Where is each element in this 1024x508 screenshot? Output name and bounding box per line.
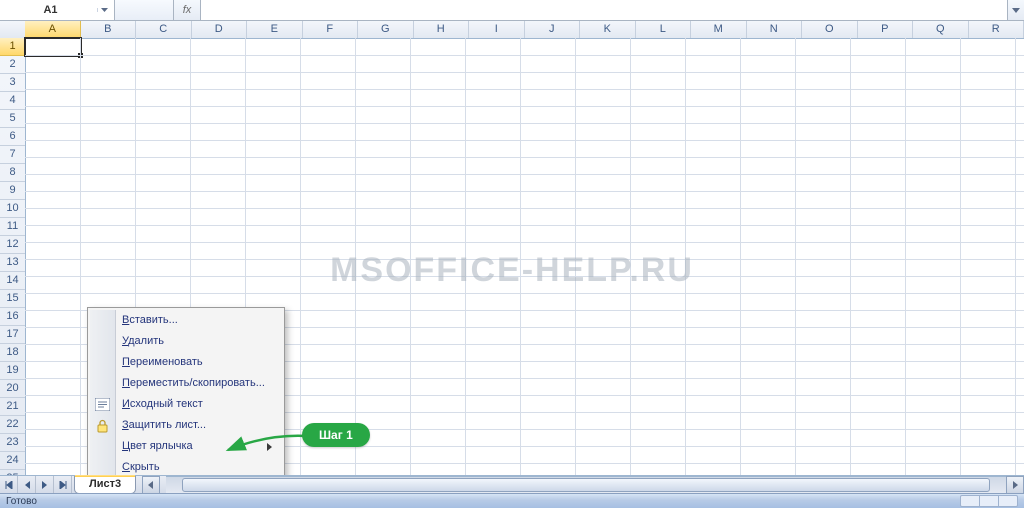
col-header-L[interactable]: L bbox=[636, 21, 692, 38]
row-header-10[interactable]: 10 bbox=[0, 200, 25, 218]
row-header-3[interactable]: 3 bbox=[0, 74, 25, 92]
step-callout: Шаг 1 bbox=[302, 423, 370, 447]
hscroll-left[interactable] bbox=[142, 476, 160, 494]
formula-bar-expand[interactable] bbox=[1007, 0, 1024, 20]
ctx-hide[interactable]: Скрыть bbox=[90, 457, 282, 477]
row-header-24[interactable]: 24 bbox=[0, 452, 25, 470]
row-header-2[interactable]: 2 bbox=[0, 56, 25, 74]
ctx-move_copy[interactable]: Переместить/скопировать... bbox=[90, 373, 282, 394]
ctx-protect[interactable]: Защитить лист... bbox=[90, 415, 282, 436]
row-header-15[interactable]: 15 bbox=[0, 290, 25, 308]
col-header-G[interactable]: G bbox=[358, 21, 414, 38]
row-header-16[interactable]: 16 bbox=[0, 308, 25, 326]
row-header-6[interactable]: 6 bbox=[0, 128, 25, 146]
status-text: Готово bbox=[0, 496, 43, 507]
col-header-B[interactable]: B bbox=[81, 21, 137, 38]
row-header-17[interactable]: 17 bbox=[0, 326, 25, 344]
tab-nav-next[interactable] bbox=[36, 476, 54, 494]
row-header-13[interactable]: 13 bbox=[0, 254, 25, 272]
formula-tool-gap bbox=[115, 0, 174, 20]
hscroll-track[interactable] bbox=[166, 476, 1006, 494]
row-header-14[interactable]: 14 bbox=[0, 272, 25, 290]
row-header-18[interactable]: 18 bbox=[0, 344, 25, 362]
lock-icon bbox=[94, 417, 111, 434]
row-header-9[interactable]: 9 bbox=[0, 182, 25, 200]
col-header-M[interactable]: M bbox=[691, 21, 747, 38]
hscroll-thumb[interactable] bbox=[182, 478, 990, 492]
col-header-E[interactable]: E bbox=[247, 21, 303, 38]
worksheet[interactable]: ABCDEFGHIJKLMNOPQR 123456789101112131415… bbox=[0, 21, 1024, 477]
sheet-tab-bar: Лист3 bbox=[0, 475, 1024, 494]
select-all-corner[interactable] bbox=[0, 21, 26, 39]
view-page-layout-button[interactable] bbox=[980, 496, 999, 506]
view-page-break-button[interactable] bbox=[999, 496, 1017, 506]
col-header-F[interactable]: F bbox=[303, 21, 359, 38]
ctx-tab_color[interactable]: Цвет ярлычка bbox=[90, 436, 282, 457]
col-header-P[interactable]: P bbox=[858, 21, 914, 38]
col-header-O[interactable]: O bbox=[802, 21, 858, 38]
col-header-K[interactable]: K bbox=[580, 21, 636, 38]
row-header-5[interactable]: 5 bbox=[0, 110, 25, 128]
formula-bar-input[interactable] bbox=[201, 0, 1007, 20]
col-header-C[interactable]: C bbox=[136, 21, 192, 38]
col-header-J[interactable]: J bbox=[525, 21, 581, 38]
active-cell[interactable] bbox=[24, 37, 82, 57]
ctx-delete[interactable]: Удалить bbox=[90, 331, 282, 352]
row-header-12[interactable]: 12 bbox=[0, 236, 25, 254]
hscroll-right[interactable] bbox=[1006, 476, 1024, 494]
view-normal-button[interactable] bbox=[961, 496, 980, 506]
name-box-value: A1 bbox=[4, 4, 97, 16]
row-header-7[interactable]: 7 bbox=[0, 146, 25, 164]
row-header-19[interactable]: 19 bbox=[0, 362, 25, 380]
col-header-I[interactable]: I bbox=[469, 21, 525, 38]
sheet-tab-label: Лист3 bbox=[89, 478, 121, 490]
ctx-rename[interactable]: Переименовать bbox=[90, 352, 282, 373]
name-box-dropdown[interactable] bbox=[97, 8, 110, 12]
row-header-4[interactable]: 4 bbox=[0, 92, 25, 110]
row-header-22[interactable]: 22 bbox=[0, 416, 25, 434]
code-icon bbox=[94, 396, 111, 413]
sheet-tab-context-menu: Вставить...УдалитьПереименоватьПеремести… bbox=[87, 307, 285, 477]
row-header-23[interactable]: 23 bbox=[0, 434, 25, 452]
col-header-N[interactable]: N bbox=[747, 21, 803, 38]
row-header-11[interactable]: 11 bbox=[0, 218, 25, 236]
row-headers[interactable]: 1234567891011121314151617181920212223242… bbox=[0, 38, 26, 477]
submenu-arrow-icon bbox=[267, 436, 272, 457]
row-header-20[interactable]: 20 bbox=[0, 380, 25, 398]
ctx-insert[interactable]: Вставить... bbox=[90, 310, 282, 331]
tab-nav-prev[interactable] bbox=[18, 476, 36, 494]
col-header-Q[interactable]: Q bbox=[913, 21, 969, 38]
view-mode-buttons bbox=[960, 495, 1018, 507]
column-headers[interactable]: ABCDEFGHIJKLMNOPQR bbox=[25, 21, 1024, 39]
name-box[interactable]: A1 bbox=[0, 0, 115, 20]
status-bar: Готово bbox=[0, 493, 1024, 508]
col-header-A[interactable]: A bbox=[25, 21, 81, 38]
tab-nav-first[interactable] bbox=[0, 476, 18, 494]
row-header-21[interactable]: 21 bbox=[0, 398, 25, 416]
row-header-1[interactable]: 1 bbox=[0, 38, 25, 56]
row-header-8[interactable]: 8 bbox=[0, 164, 25, 182]
sheet-tab-active[interactable]: Лист3 bbox=[74, 476, 136, 494]
insert-function-button[interactable]: fx bbox=[174, 0, 201, 20]
ctx-view_code[interactable]: Исходный текст bbox=[90, 394, 282, 415]
col-header-H[interactable]: H bbox=[414, 21, 470, 38]
col-header-D[interactable]: D bbox=[192, 21, 248, 38]
tab-nav-last[interactable] bbox=[54, 476, 72, 494]
col-header-R[interactable]: R bbox=[969, 21, 1024, 38]
